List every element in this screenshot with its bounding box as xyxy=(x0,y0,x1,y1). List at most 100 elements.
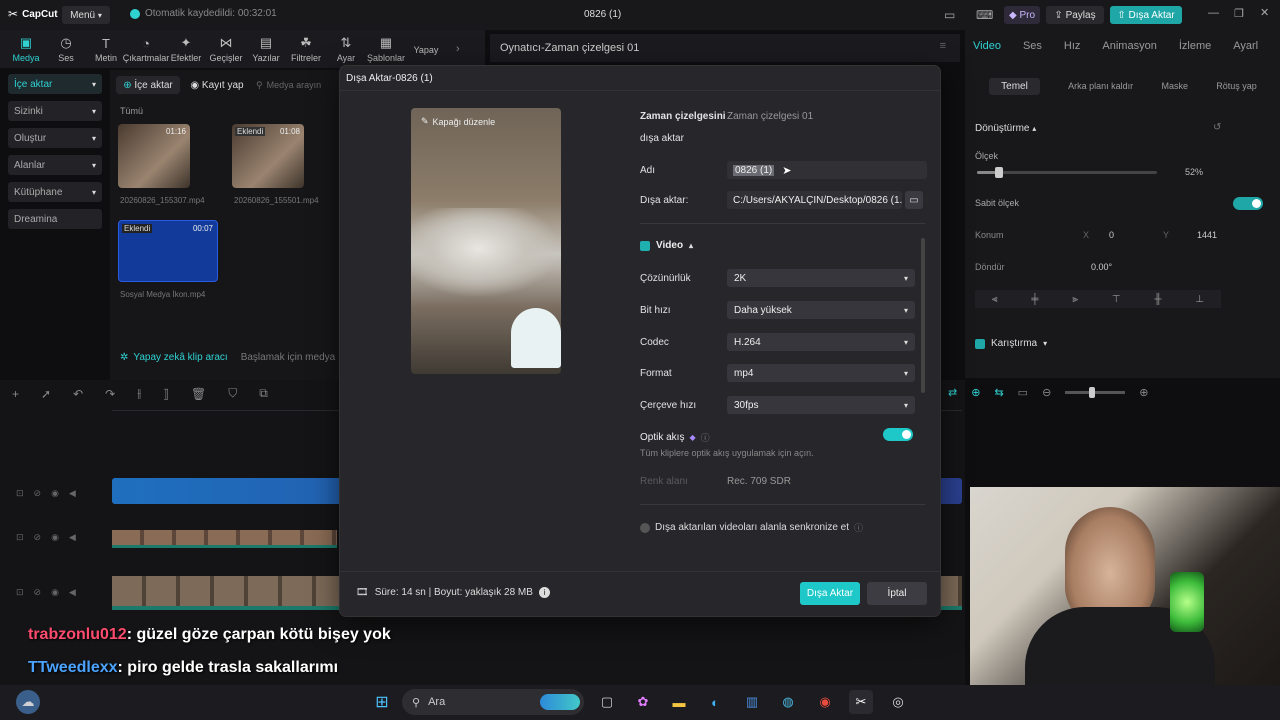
tab-adjust[interactable]: Ayarl xyxy=(1233,40,1258,52)
cancel-button[interactable]: İptal xyxy=(867,582,927,605)
track-controls[interactable]: ⊡⊘◉◀ xyxy=(16,587,86,598)
task-view-icon[interactable]: ▢ xyxy=(595,690,619,714)
info-icon[interactable]: i xyxy=(538,587,550,598)
scale-value[interactable]: 52% xyxy=(1185,167,1203,177)
shortcuts-icon[interactable]: ⌨ xyxy=(976,8,993,22)
help-icon[interactable]: ⓘ xyxy=(854,521,863,534)
menu-icon[interactable]: ≡ xyxy=(940,40,946,52)
redo-icon[interactable]: ↷ xyxy=(105,387,115,401)
media-clip[interactable]: 01:16 xyxy=(118,124,190,188)
dialog-scrollbar[interactable] xyxy=(921,238,925,393)
windows-start-icon[interactable]: ⊞ xyxy=(370,690,394,714)
menu-button[interactable]: Menü ▾ xyxy=(62,6,110,24)
optical-flow-toggle[interactable] xyxy=(883,428,913,441)
add-icon[interactable]: + xyxy=(12,387,19,401)
video-section-toggle[interactable]: Video ▴ xyxy=(640,240,693,251)
copilot-icon[interactable]: ✿ xyxy=(631,690,655,714)
resolution-select[interactable]: 2K ▾ xyxy=(727,269,915,287)
zoom-out-icon[interactable]: ⊖ xyxy=(1042,386,1051,399)
blend-section[interactable]: Karıştırma ▾ xyxy=(975,338,1047,349)
export-button[interactable]: Dışa Aktar xyxy=(800,582,860,605)
export-top-button[interactable]: ⇧ Dışa Aktar xyxy=(1110,6,1182,24)
rotate-value[interactable]: 0.00° xyxy=(1091,262,1112,272)
layout-icon[interactable]: ▭ xyxy=(944,8,955,22)
tool-text[interactable]: T Metin xyxy=(86,36,126,63)
undo-icon[interactable]: ↶ xyxy=(73,387,83,401)
sync-option[interactable]: Dışa aktarılan videoları alanla senkroni… xyxy=(640,521,863,534)
name-input[interactable]: 0826 (1) ➤ xyxy=(727,161,927,179)
weather-icon[interactable]: ☁ xyxy=(16,690,40,714)
pro-button[interactable]: ◆ Pro xyxy=(1004,6,1040,24)
tool-audio[interactable]: ◷ Ses xyxy=(46,35,86,63)
x-value[interactable]: 0 xyxy=(1109,230,1114,240)
link-icon[interactable]: ⇄ xyxy=(948,386,957,399)
path-input[interactable]: C:/Users/AKYALÇIN/Desktop/0826 (1... xyxy=(727,191,902,209)
tool-ai[interactable]: Yapay xyxy=(406,43,446,55)
close-icon[interactable]: ✕ xyxy=(1260,6,1269,19)
tool-filters[interactable]: ☘ Filtreler xyxy=(286,35,326,63)
tab-speed[interactable]: Hız xyxy=(1064,40,1081,52)
tab-audio[interactable]: Ses xyxy=(1023,40,1042,52)
folder-button[interactable]: ▭ xyxy=(905,191,923,209)
bitrate-select[interactable]: Daha yüksek ▾ xyxy=(727,301,915,319)
record-button[interactable]: ◉ Kayıt yap xyxy=(186,76,248,94)
tab-tracking[interactable]: İzleme xyxy=(1179,40,1211,52)
reset-icon[interactable]: ↺ xyxy=(1213,122,1221,133)
transform-section[interactable]: Dönüştürme ▴ xyxy=(975,123,1036,134)
sidebar-item-dreamina[interactable]: Dreamina xyxy=(8,209,102,229)
edge-icon[interactable]: ◐ xyxy=(703,690,727,714)
tool-stickers[interactable]: ◔ Çıkartmalar xyxy=(123,36,170,63)
tab-video[interactable]: Video xyxy=(973,40,1001,52)
align-center-icon[interactable]: ╪ xyxy=(1031,294,1038,305)
obs-icon[interactable]: ◎ xyxy=(886,690,910,714)
trim-icon[interactable]: ⟧ xyxy=(163,387,169,401)
align-top-icon[interactable]: ⊤ xyxy=(1112,294,1121,305)
cover-preview[interactable]: ✎ Kapağı düzenle xyxy=(411,108,561,374)
scale-slider[interactable] xyxy=(977,167,1157,178)
align-right-icon[interactable]: ⫸ xyxy=(1072,294,1078,305)
subtab-mask[interactable]: Maske xyxy=(1161,81,1188,91)
uniform-scale-toggle[interactable] xyxy=(1233,197,1263,210)
zoom-handle[interactable] xyxy=(1089,387,1096,398)
capcut-taskbar-icon[interactable]: ✂ xyxy=(849,690,873,714)
filter-all[interactable]: Tümü xyxy=(120,106,143,116)
scale-handle[interactable] xyxy=(994,167,1003,178)
crop-icon[interactable]: ⧉ xyxy=(259,386,268,401)
chrome-icon[interactable]: ◉ xyxy=(813,690,837,714)
codec-select[interactable]: H.264 ▾ xyxy=(727,333,915,351)
edit-cover-button[interactable]: ✎ Kapağı düzenle xyxy=(421,116,495,127)
track-controls[interactable]: ⊡⊘◉◀ xyxy=(16,532,86,543)
timeline-clip-video[interactable] xyxy=(112,530,337,548)
delete-icon[interactable]: 🗑 xyxy=(191,387,206,401)
subtab-basic[interactable]: Temel xyxy=(989,77,1040,95)
track-controls[interactable]: ⊡⊘◉◀ xyxy=(16,488,86,499)
align-left-icon[interactable]: ⫷ xyxy=(992,294,998,305)
y-value[interactable]: 1441 xyxy=(1197,230,1217,240)
browser-icon[interactable]: ◍ xyxy=(776,690,800,714)
chevron-right-icon[interactable]: › xyxy=(456,43,460,55)
store-icon[interactable]: ▥ xyxy=(740,690,764,714)
tool-media[interactable]: ▣ Medya xyxy=(6,35,46,63)
import-button[interactable]: ⊕ İçe aktar xyxy=(116,76,180,94)
magnet-icon[interactable]: ⊕ xyxy=(971,386,980,399)
share-button[interactable]: ⇪ Paylaş xyxy=(1046,6,1104,24)
format-select[interactable]: mp4 ▾ xyxy=(727,364,915,382)
tool-adjust[interactable]: ⇅ Ayar xyxy=(326,35,366,63)
sidebar-item-library[interactable]: Kütüphane ▾ xyxy=(8,182,102,202)
tab-animation[interactable]: Animasyon xyxy=(1102,40,1156,52)
preview-icon[interactable]: ▭ xyxy=(1018,386,1028,399)
tool-templates[interactable]: ▦ Şablonlar xyxy=(366,35,406,63)
align-bottom-icon[interactable]: ⊥ xyxy=(1195,294,1204,305)
media-clip[interactable]: Eklendi 00:07 xyxy=(118,220,218,282)
snap-icon[interactable]: ⇆ xyxy=(994,386,1003,399)
ai-clip-tool[interactable]: ✲ Yapay zekâ klip aracı Başlamak için medy… xyxy=(120,352,335,363)
select-tool-icon[interactable]: ➚ xyxy=(41,387,51,401)
zoom-in-icon[interactable]: ⊕ xyxy=(1139,386,1148,399)
sidebar-item-create[interactable]: Oluştur ▾ xyxy=(8,128,102,148)
maximize-icon[interactable]: ❐ xyxy=(1234,7,1244,20)
info-icon[interactable]: ⓘ xyxy=(701,431,710,444)
subtab-retouch[interactable]: Rötuş yap xyxy=(1216,81,1257,91)
sidebar-item-spaces[interactable]: Alanlar ▾ xyxy=(8,155,102,175)
taskbar-search[interactable]: ⚲ Ara xyxy=(402,689,584,715)
shield-icon[interactable]: ⛉ xyxy=(228,386,237,401)
